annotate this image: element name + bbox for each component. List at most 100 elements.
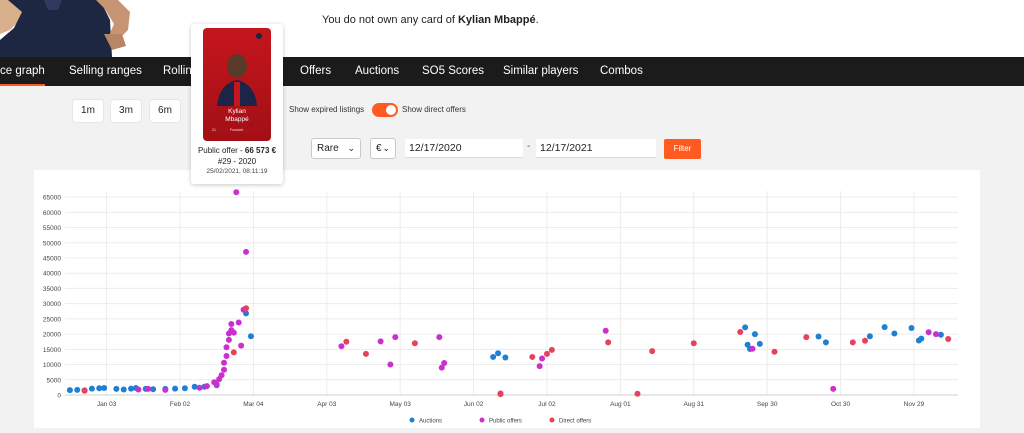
- public-offers-point[interactable]: [338, 343, 345, 350]
- tab-selling-ranges[interactable]: Selling ranges: [69, 57, 142, 86]
- direct-offers-point[interactable]: [230, 349, 237, 356]
- auctions-point[interactable]: [66, 387, 73, 394]
- public-offers-point[interactable]: [392, 334, 399, 341]
- auctions-point[interactable]: [918, 335, 925, 342]
- public-offers-point[interactable]: [145, 385, 152, 392]
- public-offers-point[interactable]: [602, 327, 609, 334]
- player-photo: [0, 0, 140, 57]
- public-offers-point[interactable]: [243, 248, 250, 255]
- public-offers-point[interactable]: [221, 359, 228, 366]
- direct-offers-point[interactable]: [634, 390, 641, 397]
- direct-offers-point[interactable]: [343, 338, 350, 345]
- public-offers-point[interactable]: [932, 331, 939, 338]
- public-offers-point[interactable]: [196, 384, 203, 391]
- public-offers-point[interactable]: [228, 321, 235, 328]
- auctions-point[interactable]: [101, 384, 108, 391]
- public-offers-point[interactable]: [233, 189, 240, 196]
- auctions-point[interactable]: [881, 324, 888, 331]
- public-offers-point[interactable]: [539, 355, 546, 362]
- public-offers-point[interactable]: [238, 342, 245, 349]
- y-tick-label: 40000: [43, 271, 61, 278]
- rarity-select[interactable]: Rare ⌄: [311, 138, 361, 159]
- auctions-point[interactable]: [88, 385, 95, 392]
- x-tick-label: Mar 04: [243, 401, 264, 408]
- direct-offers-point[interactable]: [849, 339, 856, 346]
- auctions-point[interactable]: [891, 330, 898, 337]
- public-offers-point[interactable]: [441, 360, 448, 367]
- legend-marker: [549, 417, 555, 423]
- date-to-input[interactable]: 12/17/2021: [536, 139, 656, 158]
- range-6m-button[interactable]: 6m: [150, 100, 180, 122]
- auctions-point[interactable]: [502, 354, 509, 361]
- auctions-point[interactable]: [113, 385, 120, 392]
- show-expired-listings-label[interactable]: Show expired listings: [289, 105, 364, 114]
- direct-offers-point[interactable]: [737, 328, 744, 335]
- tab-price-graph[interactable]: ce graph: [0, 57, 45, 86]
- auctions-point[interactable]: [74, 386, 81, 393]
- tab-similar-players[interactable]: Similar players: [503, 57, 578, 86]
- auctions-point[interactable]: [742, 324, 749, 331]
- price-scatter-chart[interactable]: 0 5000 10000 15000 20000 25000 30000 35000 40000…: [34, 170, 980, 428]
- public-offers-point[interactable]: [235, 319, 242, 326]
- currency-select[interactable]: € ⌄: [370, 138, 396, 159]
- ownership-suffix: .: [535, 14, 539, 26]
- public-offers-point[interactable]: [230, 329, 237, 336]
- public-offers-point[interactable]: [436, 334, 443, 341]
- auctions-point[interactable]: [815, 333, 822, 340]
- direct-offers-point[interactable]: [529, 353, 536, 360]
- direct-offers-point[interactable]: [543, 350, 550, 357]
- direct-offers-point[interactable]: [497, 391, 504, 398]
- y-tick-label: 25000: [43, 316, 61, 323]
- direct-offers-point[interactable]: [945, 335, 952, 342]
- card-first-name: Kylian: [228, 108, 246, 115]
- filter-button[interactable]: Filter: [664, 139, 701, 159]
- auctions-point[interactable]: [120, 386, 127, 393]
- date-from-input[interactable]: 12/17/2020: [405, 139, 523, 158]
- direct-offers-point[interactable]: [771, 348, 778, 355]
- direct-offers-point[interactable]: [649, 348, 656, 355]
- auctions-point[interactable]: [908, 325, 915, 332]
- public-offers-point[interactable]: [536, 363, 543, 370]
- auctions-point[interactable]: [247, 333, 254, 340]
- auctions-point[interactable]: [495, 350, 502, 357]
- direct-offers-point[interactable]: [862, 337, 869, 344]
- public-offers-point[interactable]: [925, 329, 932, 336]
- public-offers-point[interactable]: [387, 361, 394, 368]
- public-offers-point[interactable]: [203, 383, 210, 390]
- tab-auctions[interactable]: Auctions: [355, 57, 399, 86]
- range-3m-button[interactable]: 3m: [111, 100, 141, 122]
- direct-offers-point[interactable]: [605, 339, 612, 346]
- auctions-point[interactable]: [172, 385, 179, 392]
- public-offers-point[interactable]: [135, 386, 142, 393]
- auctions-point[interactable]: [866, 333, 873, 340]
- tab-offers[interactable]: Offers: [300, 57, 331, 86]
- ownership-player-name: Kylian Mbappé: [457, 14, 536, 26]
- range-1m-button[interactable]: 1m: [73, 100, 103, 122]
- public-offers-point[interactable]: [830, 385, 837, 392]
- direct-offers-point[interactable]: [411, 340, 418, 347]
- public-offers-point[interactable]: [377, 338, 384, 345]
- public-offers-point[interactable]: [218, 372, 225, 379]
- auctions-point[interactable]: [756, 340, 763, 347]
- public-offers-point[interactable]: [221, 366, 228, 373]
- direct-offers-point[interactable]: [81, 387, 88, 394]
- direct-offers-point[interactable]: [690, 340, 697, 347]
- direct-offers-point[interactable]: [362, 350, 369, 357]
- auctions-point[interactable]: [181, 385, 188, 392]
- tab-combos[interactable]: Combos: [600, 57, 643, 86]
- public-offers-point[interactable]: [225, 336, 232, 343]
- direct-offers-point[interactable]: [803, 334, 810, 341]
- public-offers-point[interactable]: [213, 381, 220, 388]
- public-offers-point[interactable]: [223, 353, 230, 360]
- direct-offers-point[interactable]: [243, 305, 250, 312]
- show-direct-offers-label[interactable]: Show direct offers: [402, 105, 466, 114]
- tab-so5-scores[interactable]: SO5 Scores: [422, 57, 484, 86]
- auctions-point[interactable]: [490, 353, 497, 360]
- auctions-point[interactable]: [822, 339, 829, 346]
- direct-offers-toggle[interactable]: [372, 103, 398, 117]
- public-offers-point[interactable]: [162, 386, 169, 393]
- public-offers-point[interactable]: [749, 345, 756, 352]
- public-offers-point[interactable]: [223, 344, 230, 351]
- auctions-point[interactable]: [751, 331, 758, 338]
- direct-offers-point[interactable]: [548, 346, 555, 353]
